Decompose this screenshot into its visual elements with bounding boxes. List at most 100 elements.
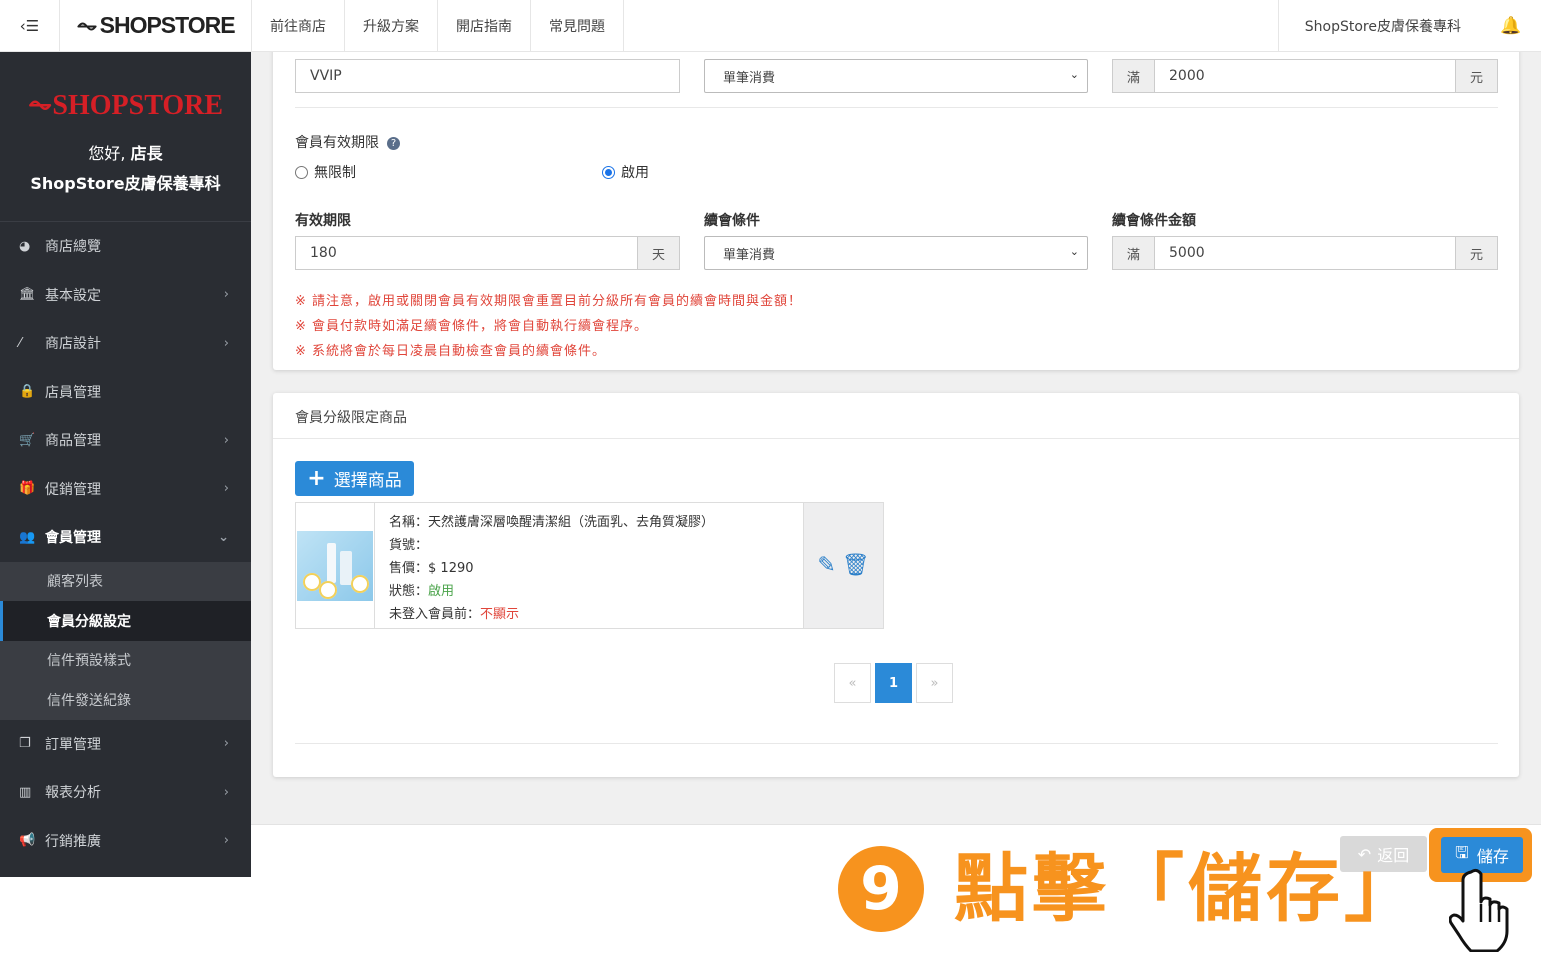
logo-mark-icon: ⏦ [76,10,98,41]
sidebar-item-reports[interactable]: ▥ 報表分析 › [0,768,251,817]
users-icon: 👥 [19,529,36,545]
sidebar-item-marketing[interactable]: 📢 行銷推廣 › [0,817,251,866]
logo-text: SHOPSTORE [99,12,236,38]
divider [273,438,1519,439]
period-input[interactable]: 180 [295,236,638,270]
files-icon: ❐ [19,736,31,752]
warning-note: ※ 請注意，啟用或關閉會員有效期限會重置目前分級所有會員的續會時間與金額！ [295,294,803,309]
chevron-down-icon: ⌄ [1069,68,1079,81]
submenu-customer-list[interactable]: 顧客列表 [0,562,251,602]
radio-enabled[interactable]: 啟用 [602,162,649,182]
sidebar-item-overview[interactable]: ◕ 商店總覽 [0,222,251,271]
members-submenu: 顧客列表 會員分級設定 信件預設樣式 信件發送紀錄 [0,561,251,720]
trash-icon[interactable]: 🗑 [842,553,870,578]
lock-icon: 🔒 [19,384,36,400]
warning-note: ※ 會員付款時如滿足續會條件，將會自動執行續會程序。 [295,319,649,334]
product-info: 名稱：天然護膚深層喚醒清潔組（洗面乳、去角質凝膠） 貨號： 售價：$ 1290 … [375,503,803,628]
radio-circle[interactable] [295,165,308,179]
sidebar-item-store-design[interactable]: ⁄ 商店設計 › [0,319,251,368]
choose-products-button[interactable]: + 選擇商品 [295,461,414,496]
product-name: 名稱：天然護膚深層喚醒清潔組（洗面乳、去角質凝膠） [389,515,715,530]
sidebar-item-promotions[interactable]: 🎁 促銷管理 › [0,465,251,514]
nav-go-store[interactable]: 前往商店 [252,0,345,52]
product-thumbnail [296,503,375,628]
dashboard-icon: ◕ [19,238,31,254]
top-bar: ‹☰ ⏦ SHOPSTORE 前往商店 升級方案 開店指南 常見問題 ShopS… [0,0,1541,52]
chevron-right-icon: › [223,335,229,351]
divider [295,107,1498,108]
member-level-settings-card: VVIP 單筆消費 ⌄ 滿 2000 元 會員有效期限? 無限制 啟用 有效期限 … [273,52,1519,370]
sidebar-item-basic-settings[interactable]: 🏛 基本設定 › [0,271,251,320]
level-products-card: 會員分級限定商品 + 選擇商品 名稱：天然護膚深層喚醒清潔組（洗面乳、去角質凝膠）… [273,393,1519,777]
help-icon[interactable]: ? [387,137,400,150]
main-content: VVIP 單筆消費 ⌄ 滿 2000 元 會員有效期限? 無限制 啟用 有效期限 … [251,52,1541,824]
bell-icon[interactable]: 🔔 [1481,0,1541,52]
floppy-disk-icon: 🖫 [1455,842,1469,862]
bank-icon: 🏛 [19,287,36,303]
sidebar: ⏦SHOPSTORE 您好, 店長 ShopStore皮膚保養專科 ◕ 商店總覽 … [0,52,251,877]
nav-store-guide[interactable]: 開店指南 [438,0,531,52]
pager-page-current[interactable]: 1 [875,663,912,703]
sidebar-toggle-icon: ‹☰ [19,16,40,35]
pager-next[interactable]: » [916,663,953,703]
product-row: 名稱：天然護膚深層喚醒清潔組（洗面乳、去角質凝膠） 貨號： 售價：$ 1290 … [295,502,884,629]
store-name-link[interactable]: ShopStore皮膚保養專科 [1277,0,1481,52]
period-label: 有效期限 [295,213,351,229]
pagination: « 1 » [834,663,957,703]
nav-faq[interactable]: 常見問題 [531,0,624,52]
sidebar-item-orders[interactable]: ❐ 訂單管理 › [0,720,251,769]
pencil-icon[interactable]: ✎ [817,553,835,578]
level-name-input[interactable]: VVIP [295,59,680,93]
submenu-mail-log[interactable]: 信件發送紀錄 [0,680,251,720]
product-status: 狀態：啟用 [389,584,455,599]
chevron-right-icon: › [223,833,229,849]
radio-unlimited[interactable]: 無限制 [295,162,356,182]
pager-prev[interactable]: « [834,663,871,703]
upgrade-amount-input[interactable]: 2000 [1154,59,1456,93]
sidebar-logo: ⏦SHOPSTORE [27,88,224,121]
magic-wand-icon: ⁄ [19,335,22,351]
bullhorn-icon: 📢 [19,833,36,849]
chevron-right-icon: › [223,432,229,448]
logo-mark-icon: ⏦ [27,88,53,121]
sidebar-store-name: ShopStore皮膚保養專科 [30,174,221,193]
chevron-right-icon: › [223,784,229,800]
renew-condition-select[interactable]: 單筆消費 ⌄ [704,236,1088,270]
renew-condition-label: 續會條件 [704,213,760,229]
tutorial-callout: 9 點擊「儲存」 [838,846,1422,932]
renew-unit: 元 [1455,236,1498,270]
validity-label: 會員有效期限? [295,132,400,152]
upgrade-unit: 元 [1455,59,1498,93]
renew-prefix: 滿 [1112,236,1155,270]
callout-text: 點擊「儲存」 [954,846,1422,932]
chevron-right-icon: › [223,736,229,752]
product-actions: ✎ 🗑 [803,503,883,628]
sidebar-header: ⏦SHOPSTORE 您好, 店長 ShopStore皮膚保養專科 [0,52,251,222]
upgrade-prefix: 滿 [1112,59,1155,93]
renew-amount-label: 續會條件金額 [1112,213,1196,229]
chevron-right-icon: › [223,481,229,497]
step-number-badge: 9 [838,846,924,932]
plus-icon: + [307,465,326,491]
submenu-mail-templates[interactable]: 信件預設樣式 [0,641,251,681]
radio-circle-selected[interactable] [602,165,615,179]
submenu-member-levels[interactable]: 會員分級設定 [0,601,251,641]
renew-amount-input[interactable]: 5000 [1154,236,1456,270]
chevron-right-icon: › [223,287,229,303]
sidebar-toggle-button[interactable]: ‹☰ [0,0,60,51]
sidebar-item-staff[interactable]: 🔒 店員管理 [0,368,251,417]
sidebar-item-members[interactable]: 👥 會員管理 ⌄ [0,513,251,562]
logo[interactable]: ⏦ SHOPSTORE [60,0,252,51]
sidebar-item-products[interactable]: 🛒 商品管理 › [0,416,251,465]
product-image [297,530,373,601]
chevron-down-icon: ⌄ [218,529,229,545]
upgrade-condition-select[interactable]: 單筆消費 ⌄ [704,59,1088,93]
period-unit: 天 [637,236,680,270]
gift-icon: 🎁 [19,481,36,497]
chevron-down-icon: ⌄ [1069,245,1079,258]
card-title: 會員分級限定商品 [295,410,407,426]
nav-upgrade-plan[interactable]: 升級方案 [345,0,438,52]
warning-note: ※ 系統將會於每日凌晨自動檢查會員的續會條件。 [295,344,607,359]
pointer-hand-icon [1449,868,1509,952]
product-guest-visibility: 未登入會員前：不顯示 [389,607,520,622]
